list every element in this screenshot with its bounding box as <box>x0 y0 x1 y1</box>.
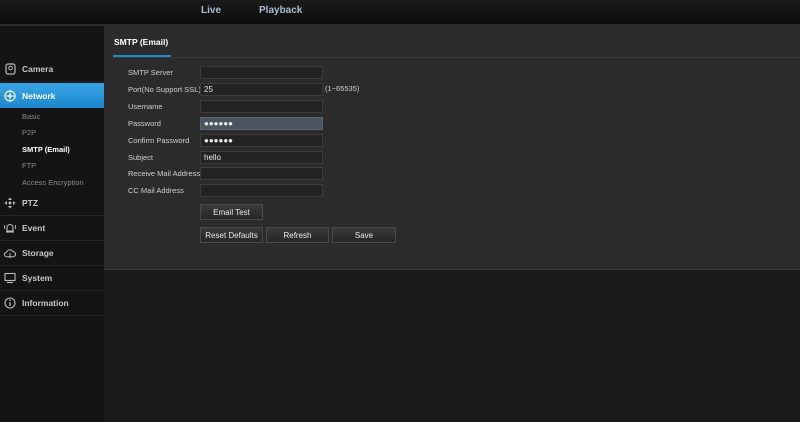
sidebar-item-event[interactable]: Event <box>0 216 104 241</box>
password-input[interactable]: ●●●●●● <box>200 117 323 130</box>
cc-mail-label: CC Mail Address <box>128 186 184 195</box>
password-label: Password <box>128 119 161 128</box>
sidebar-subitem-ftp[interactable]: FTP <box>22 161 36 170</box>
confirm-password-input[interactable]: ●●●●●● <box>200 134 323 147</box>
subject-label: Subject <box>128 153 154 162</box>
port-label: Port(No Support SSL) <box>128 85 201 94</box>
refresh-button[interactable]: Refresh <box>266 227 329 243</box>
sidebar-item-label: Network <box>22 90 56 101</box>
sidebar-subitem-smtp[interactable]: SMTP (Email) <box>22 145 70 154</box>
subject-input[interactable] <box>200 151 323 164</box>
sidebar-item-label: Event <box>22 223 46 233</box>
sidebar-item-label: Storage <box>22 248 54 258</box>
alarm-icon <box>4 222 16 234</box>
info-icon <box>4 297 16 309</box>
sidebar: Camera Network Basic P2P SMTP (Email) FT… <box>0 26 109 422</box>
confirm-password-label: Confirm Password <box>128 136 190 145</box>
save-button[interactable]: Save <box>332 227 396 243</box>
reset-defaults-button[interactable]: Reset Defaults <box>200 227 263 243</box>
tab-smtp-email[interactable]: SMTP (Email) <box>114 37 168 47</box>
nav-playback[interactable]: Playback <box>259 5 302 16</box>
sidebar-item-information[interactable]: Information <box>0 291 104 316</box>
username-label: Username <box>128 102 163 111</box>
sidebar-item-label: PTZ <box>22 198 39 208</box>
sidebar-subitem-basic[interactable]: Basic <box>22 112 40 121</box>
network-icon <box>4 89 16 102</box>
sidebar-item-system[interactable]: System <box>0 266 104 291</box>
ptz-icon <box>4 197 16 209</box>
sidebar-item-label: Information <box>22 298 69 308</box>
port-range-hint: (1~65535) <box>325 84 360 93</box>
sidebar-item-ptz[interactable]: PTZ <box>0 191 104 216</box>
email-test-button[interactable]: Email Test <box>200 204 263 220</box>
tab-divider <box>113 57 800 58</box>
camera-icon <box>4 63 16 75</box>
port-input[interactable] <box>200 83 323 96</box>
nav-live[interactable]: Live <box>201 5 221 16</box>
receive-mail-input[interactable] <box>200 167 323 180</box>
receive-mail-label: Receive Mail Address <box>128 169 201 178</box>
monitor-icon <box>4 272 16 284</box>
settings-panel: SMTP (Email) SMTP Server Port(No Support… <box>104 26 800 270</box>
sidebar-subitem-access-encryption[interactable]: Access Encryption <box>22 178 84 187</box>
username-input[interactable] <box>200 100 323 113</box>
sidebar-item-label: System <box>22 273 53 283</box>
sidebar-item-network[interactable]: Network <box>0 83 109 108</box>
sidebar-item-label: Camera <box>22 64 54 74</box>
sidebar-subitem-p2p[interactable]: P2P <box>22 128 36 137</box>
smtp-server-label: SMTP Server <box>128 68 173 77</box>
top-bar: Live Playback <box>0 0 800 26</box>
smtp-server-input[interactable] <box>200 66 323 79</box>
sidebar-item-storage[interactable]: Storage <box>0 241 104 266</box>
cc-mail-input[interactable] <box>200 184 323 197</box>
sidebar-item-camera[interactable]: Camera <box>0 57 104 82</box>
cloud-icon <box>4 247 16 259</box>
